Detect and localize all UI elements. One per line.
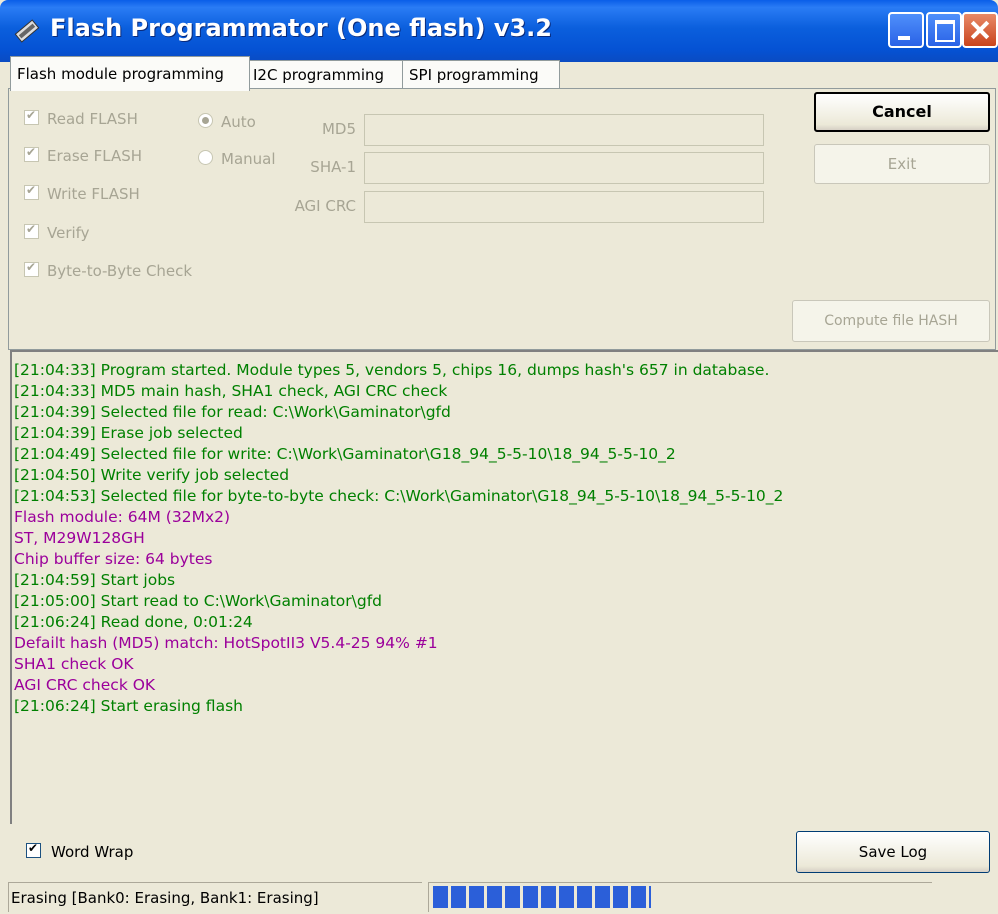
- progress-bar: [428, 882, 932, 912]
- write-flash-checkbox[interactable]: Write FLASH: [24, 183, 140, 203]
- log-line: [21:04:59] Start jobs: [14, 571, 176, 589]
- log-line: [21:04:50] Write verify job selected: [14, 466, 290, 484]
- exit-button[interactable]: Exit: [814, 144, 990, 184]
- save-log-button[interactable]: Save Log: [796, 831, 990, 873]
- byte-to-byte-check-checkbox[interactable]: Byte-to-Byte Check: [24, 260, 193, 280]
- read-flash-checkbox[interactable]: Read FLASH: [24, 108, 138, 128]
- tab-i2c-programming[interactable]: I2C programming: [246, 60, 406, 89]
- verify-label: Verify: [47, 224, 90, 242]
- tab-spi-programming[interactable]: SPI programming: [402, 60, 560, 89]
- status-text: Erasing [Bank0: Erasing, Bank1: Erasing]: [8, 882, 422, 912]
- app-icon: [14, 19, 40, 43]
- md5-field[interactable]: [364, 114, 764, 146]
- verify-checkbox[interactable]: Verify: [24, 222, 90, 242]
- window-title: Flash Programmator (One flash) v3.2: [50, 14, 552, 42]
- log-line: Defailt hash (MD5) match: HotSpotII3 V5.…: [14, 634, 438, 652]
- log-line: AGI CRC check OK: [14, 676, 156, 694]
- manual-label: Manual: [221, 150, 276, 168]
- log-line: Flash module: 64M (32Mx2): [14, 508, 231, 526]
- log-line: [21:04:49] Selected file for write: C:\W…: [14, 445, 676, 463]
- close-button[interactable]: [962, 12, 998, 48]
- tab-flash-module-programming[interactable]: Flash module programming: [10, 56, 250, 91]
- erase-flash-checkbox[interactable]: Erase FLASH: [24, 145, 143, 165]
- sha1-field[interactable]: [364, 152, 764, 184]
- minimize-button[interactable]: [888, 12, 924, 48]
- maximize-button[interactable]: [926, 12, 962, 48]
- progress-fill: [433, 886, 651, 908]
- manual-radio[interactable]: Manual: [198, 150, 276, 168]
- agi-crc-label: AGI CRC: [294, 197, 356, 215]
- auto-label: Auto: [221, 113, 256, 131]
- log-panel[interactable]: [21:04:33] Program started. Module types…: [10, 350, 998, 824]
- title-bar: Flash Programmator (One flash) v3.2: [0, 0, 998, 62]
- log-line: [21:04:33] Program started. Module types…: [14, 361, 770, 379]
- log-line: [21:04:39] Erase job selected: [14, 424, 243, 442]
- log-line: [21:04:33] MD5 main hash, SHA1 check, AG…: [14, 382, 448, 400]
- erase-flash-label: Erase FLASH: [47, 147, 143, 165]
- auto-radio[interactable]: Auto: [198, 113, 256, 131]
- log-line: ST, M29W128GH: [14, 529, 145, 547]
- cancel-button[interactable]: Cancel: [814, 92, 990, 132]
- md5-label: MD5: [321, 120, 356, 138]
- word-wrap-label: Word Wrap: [51, 843, 134, 861]
- log-line: [21:04:39] Selected file for read: C:\Wo…: [14, 403, 451, 421]
- log-line: [21:06:24] Read done, 0:01:24: [14, 613, 253, 631]
- status-bar: Erasing [Bank0: Erasing, Bank1: Erasing]: [0, 878, 998, 914]
- write-flash-label: Write FLASH: [47, 185, 140, 203]
- compute-file-hash-button[interactable]: Compute file HASH: [792, 300, 990, 342]
- word-wrap-checkbox[interactable]: Word Wrap: [26, 841, 134, 861]
- log-line: [21:04:53] Selected file for byte-to-byt…: [14, 487, 784, 505]
- read-flash-label: Read FLASH: [47, 110, 138, 128]
- log-line: [21:05:00] Start read to C:\Work\Gaminat…: [14, 592, 383, 610]
- log-line: SHA1 check OK: [14, 655, 134, 673]
- byte-to-byte-check-label: Byte-to-Byte Check: [47, 262, 193, 280]
- log-line: Chip buffer size: 64 bytes: [14, 550, 213, 568]
- sha1-label: SHA-1: [310, 158, 356, 176]
- agi-crc-field[interactable]: [364, 191, 764, 223]
- log-line: [21:06:24] Start erasing flash: [14, 697, 243, 715]
